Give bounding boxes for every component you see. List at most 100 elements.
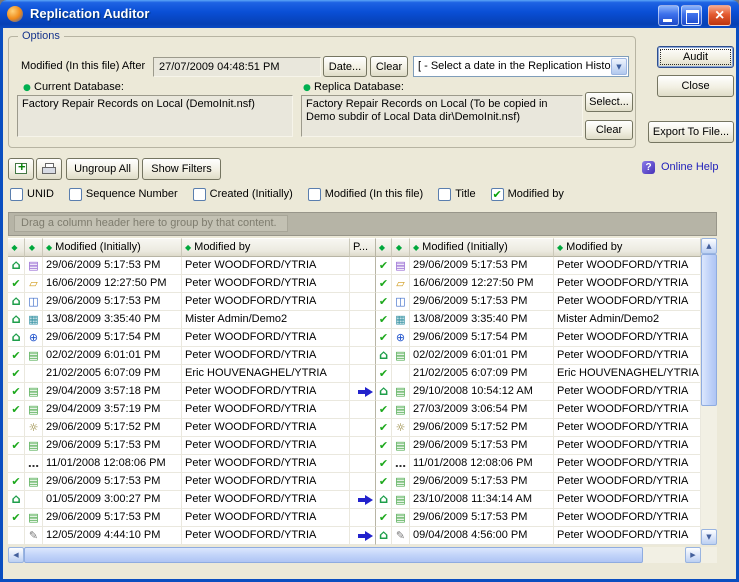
right-type-column-header[interactable]: ◆	[392, 238, 410, 257]
replication-history-dropdown[interactable]: [ - Select a date in the Replication His…	[413, 56, 629, 77]
scroll-up-icon[interactable]: ▲	[701, 238, 717, 254]
grid-row[interactable]: ⌂▦13/08/2009 3:35:40 PMMister Admin/Demo…	[8, 311, 701, 329]
grid-row[interactable]: ⌂▤29/06/2009 5:17:53 PMPeter WOODFORD/YT…	[8, 257, 701, 275]
grid-row[interactable]: ⌂01/05/2009 3:00:27 PMPeter WOODFORD/YTR…	[8, 491, 701, 509]
right-modified-by-cell: Peter WOODFORD/YTRIA	[554, 275, 701, 293]
left-modified-by-cell: Peter WOODFORD/YTRIA	[182, 257, 350, 275]
checkbox-icon[interactable]: ✔	[491, 188, 504, 201]
grid-row[interactable]: ✔21/02/2005 6:07:09 PMEric HOUVENAGHEL/Y…	[8, 365, 701, 383]
grid-row[interactable]: ✔▤29/06/2009 5:17:53 PMPeter WOODFORD/YT…	[8, 509, 701, 527]
horizontal-scrollbar[interactable]: ◀ ▶	[8, 547, 701, 563]
right-modified-initially-cell: 11/01/2008 12:08:06 PM	[410, 455, 554, 473]
table-icon: ▦	[28, 313, 38, 326]
window-title: Replication Auditor	[30, 6, 149, 21]
vertical-scrollbar[interactable]: ▲ ▼	[701, 238, 717, 545]
grid-row[interactable]: ✔▱16/06/2009 12:27:50 PMPeter WOODFORD/Y…	[8, 275, 701, 293]
left-modified-by-header[interactable]: ◆Modified by	[182, 238, 350, 257]
ungroup-all-button[interactable]: Ungroup All	[66, 158, 139, 180]
app-icon	[7, 6, 23, 22]
right-modified-by-cell: Mister Admin/Demo2	[554, 311, 701, 329]
horizontal-scrollbar-thumb[interactable]	[24, 547, 643, 563]
doc-icon: ▤	[395, 349, 405, 362]
clear-replica-button[interactable]: Clear	[585, 120, 633, 140]
scroll-right-icon[interactable]: ▶	[685, 547, 701, 563]
grid-row[interactable]: ✔▤29/04/2009 3:57:18 PMPeter WOODFORD/YT…	[8, 383, 701, 401]
check-icon: ✔	[11, 511, 20, 524]
filter-checkbox-title[interactable]: Title	[438, 188, 475, 201]
scroll-left-icon[interactable]: ◀	[8, 547, 24, 563]
replica-db-bullet-icon: ●	[303, 83, 311, 93]
filter-checkbox-modified-by[interactable]: ✔Modified by	[491, 188, 564, 201]
grid-row[interactable]: ✎12/05/2009 4:44:10 PMPeter WOODFORD/YTR…	[8, 527, 701, 545]
filter-checkbox-row: UNID Sequence Number Created (Initially) Mo…	[10, 186, 579, 202]
left-status-cell: ✔	[8, 347, 25, 365]
grid-row[interactable]: ✔▤29/06/2009 5:17:53 PMPeter WOODFORD/YT…	[8, 437, 701, 455]
right-type-cell: ◫	[392, 293, 410, 311]
chevron-down-icon[interactable]: ▼	[611, 58, 627, 75]
grid-row[interactable]: ✔▤29/04/2009 3:57:19 PMPeter WOODFORD/YT…	[8, 401, 701, 419]
right-modified-initially-cell: 02/02/2009 6:01:01 PM	[410, 347, 554, 365]
left-type-cell: ▤	[25, 509, 43, 527]
grid-row[interactable]: ⌂◫29/06/2009 5:17:53 PMPeter WOODFORD/YT…	[8, 293, 701, 311]
right-modified-by-cell: Peter WOODFORD/YTRIA	[554, 419, 701, 437]
replica-db-value: Factory Repair Records on Local (To be c…	[301, 95, 583, 137]
right-modified-initially-cell: 29/06/2009 5:17:53 PM	[410, 437, 554, 455]
right-modified-by-header[interactable]: ◆Modified by	[554, 238, 701, 257]
check-icon: ✔	[379, 259, 388, 272]
checkbox-icon[interactable]	[193, 188, 206, 201]
filter-checkbox-created-initially[interactable]: Created (Initially)	[193, 188, 293, 201]
left-modified-by-cell: Peter WOODFORD/YTRIA	[182, 437, 350, 455]
grid-row[interactable]: …11/01/2008 12:08:06 PMPeter WOODFORD/YT…	[8, 455, 701, 473]
checkbox-icon[interactable]	[308, 188, 321, 201]
scroll-down-icon[interactable]: ▼	[701, 529, 717, 545]
filter-checkbox-sequence-number[interactable]: Sequence Number	[69, 188, 178, 201]
left-status-column-header[interactable]: ◆	[8, 238, 25, 257]
filter-checkbox-unid[interactable]: UNID	[10, 188, 54, 201]
grid-row[interactable]: ✔ ▤ 02/02/2009 6:01:01 PMPeter WOODFORD/YT…	[8, 347, 701, 365]
copy-direction-arrow-icon	[358, 495, 374, 505]
right-modified-by-cell: Peter WOODFORD/YTRIA	[554, 347, 701, 365]
close-icon[interactable]	[708, 5, 731, 26]
doc-icon: ▤	[395, 475, 405, 488]
script-icon: ✎	[29, 529, 38, 542]
left-modified-by-cell: Peter WOODFORD/YTRIA	[182, 293, 350, 311]
minimize-button[interactable]	[658, 5, 679, 26]
group-by-bar[interactable]: Drag a column header here to group by th…	[8, 212, 717, 236]
grid-row[interactable]: ⌂⊕29/06/2009 5:17:54 PMPeter WOODFORD/YT…	[8, 329, 701, 347]
left-type-column-header[interactable]: ◆	[25, 238, 43, 257]
help-icon: ?	[642, 161, 655, 174]
left-status-cell	[8, 419, 25, 437]
right-modified-initially-header[interactable]: ◆Modified (Initially)	[410, 238, 554, 257]
right-modified-by-cell: Peter WOODFORD/YTRIA	[554, 437, 701, 455]
left-partial-cell	[350, 257, 376, 275]
left-modified-initially-header[interactable]: ◆Modified (Initially)	[43, 238, 182, 257]
grid-row[interactable]: ✔▤29/06/2009 5:17:53 PMPeter WOODFORD/YT…	[8, 473, 701, 491]
right-status-cell: ✔	[376, 473, 392, 491]
checkbox-icon[interactable]	[438, 188, 451, 201]
right-status-column-header[interactable]: ◆	[376, 238, 392, 257]
check-icon: ✔	[379, 367, 388, 380]
left-type-cell: ▤	[25, 437, 43, 455]
close-button[interactable]: Close	[657, 75, 734, 97]
right-status-cell: ✔	[376, 257, 392, 275]
clear-date-button[interactable]: Clear	[370, 56, 408, 77]
grid-layout-button[interactable]	[8, 158, 34, 180]
export-to-file-button[interactable]: Export To File...	[648, 121, 734, 143]
date-button[interactable]: Date...	[323, 56, 367, 77]
titlebar[interactable]: Replication Auditor	[0, 0, 739, 28]
filter-checkbox-modified-in-this-file[interactable]: Modified (In this file)	[308, 188, 423, 201]
table-icon: ▦	[395, 313, 405, 326]
left-partial-column-header[interactable]: P...	[350, 238, 376, 257]
audit-button[interactable]: Audit	[657, 46, 734, 68]
vertical-scrollbar-thumb[interactable]	[701, 254, 717, 406]
right-type-cell: ▤	[392, 401, 410, 419]
checkbox-icon[interactable]	[69, 188, 82, 201]
maximize-button[interactable]	[681, 5, 702, 26]
checkbox-icon[interactable]	[10, 188, 23, 201]
left-partial-cell	[350, 527, 376, 545]
select-replica-button[interactable]: Select...	[585, 92, 633, 112]
show-filters-button[interactable]: Show Filters	[142, 158, 221, 180]
print-button[interactable]	[36, 158, 62, 180]
home-icon: ⌂	[379, 528, 388, 543]
grid-row[interactable]: ☼29/06/2009 5:17:52 PMPeter WOODFORD/YTR…	[8, 419, 701, 437]
